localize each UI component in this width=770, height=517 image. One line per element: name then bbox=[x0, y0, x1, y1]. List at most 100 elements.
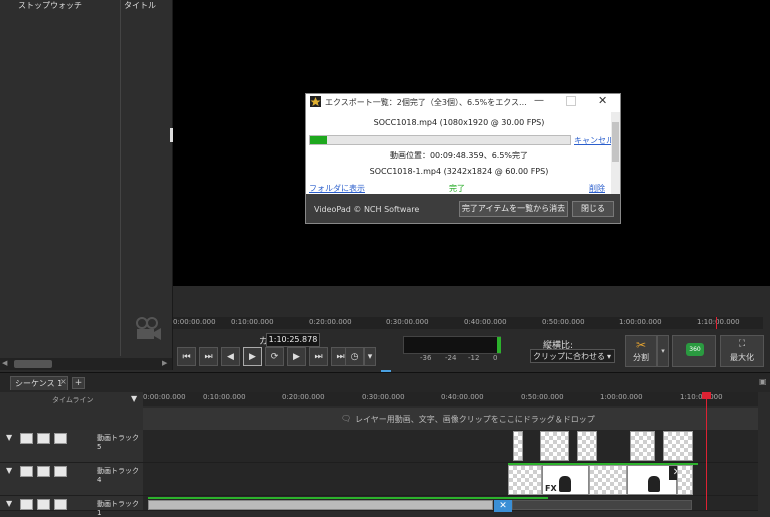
timeline-clip[interactable] bbox=[663, 431, 693, 461]
step-back-icon[interactable]: ◀ bbox=[221, 347, 240, 366]
playhead-handle[interactable] bbox=[702, 392, 711, 399]
sequence-tab-bar bbox=[0, 372, 770, 393]
export-list-scroll-thumb[interactable] bbox=[612, 122, 619, 162]
app-icon bbox=[310, 96, 321, 107]
ruler-tick: 0:20:00.000 bbox=[309, 318, 352, 326]
ruler-tick: 0:10:00.000 bbox=[231, 318, 274, 326]
cancel-link[interactable]: キャンセル bbox=[574, 135, 614, 146]
timeline-video-clip[interactable] bbox=[148, 500, 493, 510]
effects-icon[interactable] bbox=[37, 466, 50, 477]
delete-link[interactable]: 削除 bbox=[589, 183, 605, 194]
aspect-ratio-value: クリップに合わせる bbox=[533, 352, 605, 361]
column-separator[interactable] bbox=[120, 0, 121, 356]
add-sequence-button[interactable]: + bbox=[72, 377, 85, 389]
tab-close-icon[interactable]: × bbox=[60, 377, 67, 386]
timeline-ruler[interactable]: 0:00:00.000 0:10:00.000 0:20:00.000 0:30… bbox=[143, 392, 758, 406]
close-button[interactable]: 閉じる bbox=[572, 201, 614, 217]
effects-icon[interactable] bbox=[37, 433, 50, 444]
media-library-panel bbox=[0, 0, 173, 370]
ruler-tick: 0:20:00.000 bbox=[282, 393, 325, 401]
timeline-options-icon[interactable]: ▣ bbox=[759, 377, 767, 386]
meter-label: 0 bbox=[493, 354, 498, 362]
scroll-left-icon[interactable]: ◀ bbox=[2, 359, 7, 367]
loop-icon[interactable]: ⟳ bbox=[265, 347, 284, 366]
track-name: 動画トラック 5 bbox=[97, 434, 139, 451]
ruler-tick: 0:40:00.000 bbox=[441, 393, 484, 401]
export-item-file-name: SOCC1018-1.mp4 (3242x1824 @ 60.00 FPS) bbox=[369, 167, 549, 176]
timeline-clip[interactable] bbox=[589, 465, 627, 495]
transition-marker-icon[interactable]: ✕ bbox=[494, 500, 512, 512]
timeline-video-clip[interactable]: FX bbox=[542, 465, 589, 495]
effects-icon[interactable] bbox=[37, 499, 50, 510]
track-collapse-icon[interactable]: ▼ bbox=[6, 433, 12, 442]
minimize-icon[interactable]: — bbox=[534, 95, 544, 106]
cursor-time-value[interactable]: 1:10:25.878 bbox=[266, 333, 320, 347]
ruler-tick: 0:00:00.000 bbox=[143, 393, 186, 401]
maximize-window-icon[interactable] bbox=[566, 96, 576, 106]
eye-icon[interactable] bbox=[20, 466, 33, 477]
timeline-clip[interactable] bbox=[577, 431, 597, 461]
play-icon[interactable]: ▶ bbox=[243, 347, 262, 366]
split-label: 分割 bbox=[633, 353, 649, 362]
next-frame-icon[interactable]: ⏭ bbox=[309, 347, 328, 366]
timeline-clip[interactable] bbox=[540, 431, 569, 461]
track-header-video-5: ▼ 動画トラック 5 bbox=[0, 430, 143, 463]
ruler-tick: 0:40:00.000 bbox=[464, 318, 507, 326]
library-scroll-thumb[interactable] bbox=[14, 360, 52, 368]
export-position-text: 動画位置：00:09:48.359、6.5%完了 bbox=[389, 151, 529, 160]
ruler-tick: 0:30:00.000 bbox=[362, 393, 405, 401]
more-options-dropdown-icon[interactable]: ▾ bbox=[364, 347, 376, 366]
timeline-clip[interactable] bbox=[630, 431, 655, 461]
lock-icon[interactable] bbox=[54, 499, 67, 510]
timeline-clip[interactable] bbox=[508, 465, 542, 495]
speed-icon[interactable]: ◷ bbox=[345, 347, 364, 366]
timeline-label: タイムライン bbox=[52, 396, 94, 404]
previous-frame-icon[interactable]: ⏭ bbox=[199, 347, 218, 366]
preview-playhead[interactable] bbox=[716, 317, 717, 329]
step-forward-icon[interactable]: ▶ bbox=[287, 347, 306, 366]
level-indicator bbox=[497, 337, 501, 353]
split-dropdown-icon[interactable]: ▾ bbox=[657, 335, 669, 367]
library-column-header-title[interactable]: タイトル bbox=[124, 0, 156, 11]
clear-completed-button[interactable]: 完了アイテムを一覧から消去 bbox=[459, 201, 568, 217]
ruler-tick: 1:00:00.000 bbox=[600, 393, 643, 401]
close-icon[interactable]: ✕ bbox=[598, 94, 607, 107]
timeline-playhead[interactable] bbox=[706, 392, 707, 510]
ruler-tick: 0:10:00.000 bbox=[203, 393, 246, 401]
clip-thumbnail-person bbox=[559, 476, 571, 492]
track-collapse-icon[interactable]: ▼ bbox=[6, 499, 12, 508]
track-name: 動画トラック 4 bbox=[97, 467, 139, 484]
export-status-text: 完了 bbox=[449, 184, 465, 193]
ruler-tick: 0:50:00.000 bbox=[542, 318, 585, 326]
go-to-start-icon[interactable]: ⏮ bbox=[177, 347, 196, 366]
ruler-tick: 0:30:00.000 bbox=[386, 318, 429, 326]
track-collapse-icon[interactable]: ▼ bbox=[6, 466, 12, 475]
split-button[interactable]: ✂ 分割 bbox=[625, 335, 657, 367]
track-activity-line bbox=[508, 463, 698, 465]
drop-area-header bbox=[0, 406, 143, 430]
timeline-clip[interactable] bbox=[677, 465, 693, 495]
fx-badge[interactable]: FX bbox=[545, 484, 557, 493]
vr-360-button[interactable]: 360 bbox=[672, 335, 716, 367]
clip-thumbnail-person bbox=[648, 476, 660, 492]
open-folder-link[interactable]: フォルダに表示 bbox=[309, 183, 365, 194]
library-column-header-stopwatch[interactable]: ストップウォッチ bbox=[18, 0, 82, 11]
vr-360-icon: 360 bbox=[686, 343, 704, 356]
maximize-label: 最大化 bbox=[730, 353, 754, 362]
eye-icon[interactable] bbox=[20, 499, 33, 510]
timeline-video-clip[interactable] bbox=[512, 500, 692, 510]
export-item-file-name: SOCC1018.mp4 (1080x1920 @ 30.00 FPS) bbox=[373, 118, 545, 127]
ruler-tick: 1:00:00.000 bbox=[619, 318, 662, 326]
timeline-dropdown-icon[interactable]: ▼ bbox=[131, 394, 137, 403]
scroll-right-icon[interactable]: ▶ bbox=[162, 359, 167, 367]
lock-icon[interactable] bbox=[54, 466, 67, 477]
timeline-clip[interactable] bbox=[513, 431, 523, 461]
maximize-button[interactable]: ⛶ 最大化 bbox=[720, 335, 764, 367]
drop-zone-icon: 🗨 bbox=[341, 414, 352, 423]
lock-icon[interactable] bbox=[54, 433, 67, 444]
eye-icon[interactable] bbox=[20, 433, 33, 444]
audio-level-meter bbox=[403, 336, 501, 354]
ruler-tick: 0:00:00.000 bbox=[173, 318, 216, 326]
aspect-ratio-select[interactable]: クリップに合わせる ▾ bbox=[530, 349, 615, 363]
preview-time-ruler[interactable]: 0:00:00.000 0:10:00.000 0:20:00.000 0:30… bbox=[173, 317, 763, 329]
